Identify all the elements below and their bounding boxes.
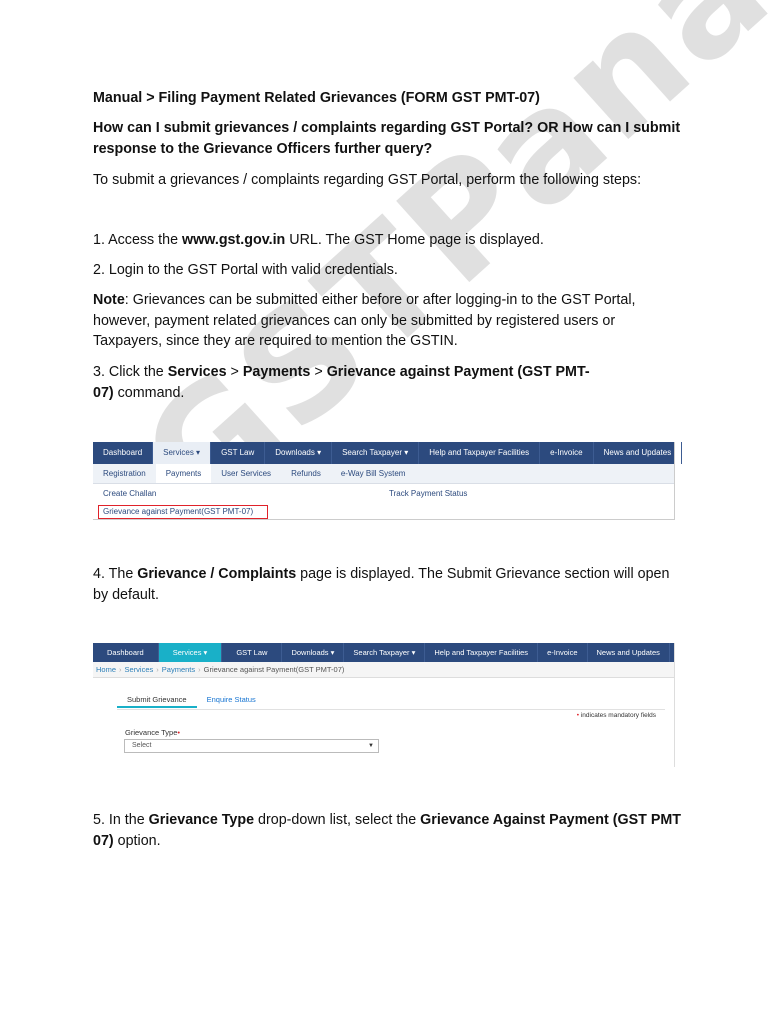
grievance-type-select-value: Select xyxy=(132,742,152,749)
step-2: 2. Login to the GST Portal with valid cr… xyxy=(93,262,398,278)
step-3-payments: Payments xyxy=(242,364,311,380)
payments-menu: Create Challan Track Payment Status Grie… xyxy=(93,484,674,520)
breadcrumb: Home › Services › Payments › Grievance against… xyxy=(93,662,674,678)
nav2-downloads[interactable]: Downloads ▾ xyxy=(282,643,345,662)
track-payment-link[interactable]: Track Payment Status xyxy=(389,489,467,498)
step-5-post: option. xyxy=(113,832,161,849)
nav-e-invoice[interactable]: e-Invoice xyxy=(540,442,594,464)
subnav-eway-bill[interactable]: e-Way Bill System xyxy=(331,464,416,483)
gst-url: www.gst.gov.in xyxy=(182,232,286,248)
subnav-registration[interactable]: Registration xyxy=(93,464,156,483)
step-4: 4. The Grievance / Complaints page is di… xyxy=(93,564,683,605)
nav2-services[interactable]: Services ▾ xyxy=(158,643,223,662)
nav-news[interactable]: News and Updates xyxy=(594,442,683,464)
nav-gst-law[interactable]: GST Law xyxy=(211,442,266,464)
nav-services[interactable]: Services ▾ xyxy=(153,442,212,464)
breadcrumb-services[interactable]: Services xyxy=(125,665,154,674)
required-star: • xyxy=(177,728,181,737)
step-5: 5. In the Grievance Type drop-down list,… xyxy=(93,810,683,851)
step-1-post: URL. The GST Home page is displayed. xyxy=(285,232,544,248)
question-heading: How can I submit grievances / complaints… xyxy=(93,120,681,157)
subnav-payments[interactable]: Payments xyxy=(155,464,212,483)
mandatory-text: indicates mandatory fields xyxy=(579,712,656,719)
note-text: : Grievances can be submitted either bef… xyxy=(93,292,636,349)
nav2-search-taxpayer[interactable]: Search Taxpayer ▾ xyxy=(344,643,426,662)
nav-search-taxpayer[interactable]: Search Taxpayer ▾ xyxy=(332,442,420,464)
nav-dashboard[interactable]: Dashboard xyxy=(93,442,154,464)
nav2-news[interactable]: News and Updates xyxy=(588,643,670,662)
step-5-grievance-type: Grievance Type xyxy=(148,812,255,828)
mandatory-note: • indicates mandatory fields xyxy=(577,712,656,719)
step-5-mid: drop-down list, select the xyxy=(254,812,421,828)
grievance-tabs: Submit Grievance Enquire Status xyxy=(117,691,266,708)
subnav-refunds[interactable]: Refunds xyxy=(281,464,331,483)
grievance-page-screenshot: Dashboard Services ▾ GST Law Downloads ▾… xyxy=(93,643,675,767)
breadcrumb-current: Grievance against Payment(GST PMT-07) xyxy=(203,665,345,674)
step-4-grievance: Grievance / Complaints xyxy=(137,566,297,582)
breadcrumb-separator: › xyxy=(198,665,201,674)
grievance-type-select[interactable]: Select ▼ xyxy=(124,739,379,753)
tab-divider xyxy=(117,709,665,710)
document-page: GSTPanacea Manual > Filing Payment Relat… xyxy=(0,0,768,1024)
grievance-payment-link[interactable]: Grievance against Payment(GST PMT-07) xyxy=(103,507,253,516)
step-5-pre: 5. In the xyxy=(93,812,149,828)
tab-submit-grievance[interactable]: Submit Grievance xyxy=(117,691,197,708)
services-menu-screenshot: Dashboard Services ▾ GST Law Downloads ▾… xyxy=(93,442,683,520)
step-3-sep2: > xyxy=(310,364,327,380)
intro-text: To submit a grievances / complaints rega… xyxy=(93,172,642,188)
nav2-e-invoice[interactable]: e-Invoice xyxy=(538,643,588,662)
nav2-gst-law[interactable]: GST Law xyxy=(222,643,283,662)
note-label: Note xyxy=(93,292,125,308)
nav-downloads[interactable]: Downloads ▾ xyxy=(265,442,333,464)
breadcrumb-separator: › xyxy=(156,665,159,674)
nav2-dashboard[interactable]: Dashboard xyxy=(93,643,159,662)
nav-help[interactable]: Help and Taxpayer Facilities xyxy=(419,442,541,464)
step-4-pre: 4. The xyxy=(93,566,138,582)
main-nav: Dashboard Services ▾ GST Law Downloads ▾… xyxy=(93,442,683,464)
tab-enquire-status[interactable]: Enquire Status xyxy=(197,691,266,708)
services-subnav: Registration Payments User Services Refu… xyxy=(93,464,674,484)
note-paragraph: Note: Grievances can be submitted either… xyxy=(93,290,683,352)
subnav-user-services[interactable]: User Services xyxy=(211,464,281,483)
step-3-sep1: > xyxy=(226,364,243,380)
breadcrumb-separator: › xyxy=(119,665,122,674)
main-nav-2: Dashboard Services ▾ GST Law Downloads ▾… xyxy=(93,643,674,662)
grievance-type-label-text: Grievance Type xyxy=(125,728,178,737)
manual-heading: Manual > Filing Payment Related Grievanc… xyxy=(93,90,540,106)
nav2-help[interactable]: Help and Taxpayer Facilities xyxy=(425,643,539,662)
step-3-services: Services xyxy=(167,364,227,380)
step-3-pre: 3. Click the xyxy=(93,364,168,380)
breadcrumb-home[interactable]: Home xyxy=(96,665,116,674)
create-challan-link[interactable]: Create Challan xyxy=(103,489,156,498)
caret-down-icon: ▼ xyxy=(368,743,374,749)
step-3: 3. Click the Services > Payments > Griev… xyxy=(93,362,603,403)
step-3-post: command. xyxy=(113,384,185,401)
step-1-pre: 1. Access the xyxy=(93,232,183,248)
step-1: 1. Access the www.gst.gov.in URL. The GS… xyxy=(93,230,683,251)
breadcrumb-payments[interactable]: Payments xyxy=(162,665,195,674)
grievance-type-label: Grievance Type• xyxy=(125,728,180,737)
